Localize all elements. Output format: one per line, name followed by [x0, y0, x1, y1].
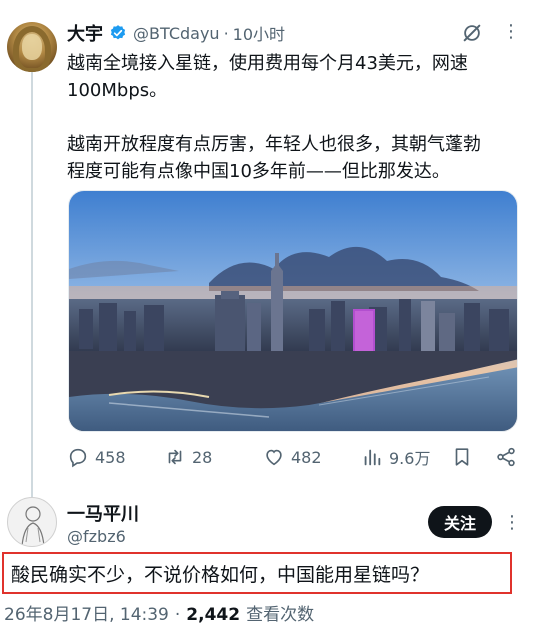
- meta-separator: ·: [174, 605, 181, 624]
- retweet-icon: [168, 449, 182, 465]
- author-avatar[interactable]: [7, 22, 57, 72]
- tweet-text-line: 越南开放程度有点厉害，年轻人也很多，其朝气蓬勃: [67, 134, 481, 155]
- tweet-header: 大宇 @BTCdayu · 10小时: [67, 19, 285, 47]
- view-count: 2,442: [186, 605, 241, 624]
- thread-connector-line: [31, 72, 33, 498]
- retweet-button[interactable]: 28: [164, 442, 212, 472]
- tweet-media-image[interactable]: [68, 190, 518, 432]
- share-icon: [497, 447, 515, 467]
- reply-more-icon[interactable]: ⋮: [503, 512, 521, 533]
- post-datetime[interactable]: 26年8月17日, 14:39: [4, 600, 169, 624]
- city-skyline-photo: [69, 191, 517, 431]
- reply-author-name[interactable]: 一马平川: [67, 500, 139, 526]
- reply-icon: [69, 448, 87, 468]
- reply-text: 酸民确实不少，不说价格如何，中国能用星链吗？: [11, 564, 430, 586]
- views-icon: [364, 449, 381, 466]
- author-handle[interactable]: @BTCdayu: [133, 24, 220, 43]
- sketch-figure-icon: [21, 506, 45, 546]
- reply-author-handle[interactable]: @fzbz6: [67, 527, 126, 546]
- tweet-text-line: 100Mbps。: [67, 80, 168, 101]
- post-meta: 26年8月17日, 14:39 · 2,442 查看次数: [4, 600, 314, 624]
- verified-badge-icon: [110, 25, 126, 40]
- retweet-count: 28: [192, 447, 213, 467]
- tweet-time[interactable]: 10小时: [233, 21, 285, 45]
- follow-button[interactable]: 关注: [428, 506, 492, 538]
- like-icon: [266, 449, 282, 466]
- views-count: 9.6万: [389, 449, 431, 468]
- highlighted-reply-box: 酸民确实不少，不说价格如何，中国能用星链吗？: [2, 552, 512, 594]
- reply-button[interactable]: 458: [67, 442, 126, 472]
- share-button[interactable]: [495, 442, 517, 472]
- view-label: 查看次数: [246, 605, 315, 624]
- reply-author-avatar[interactable]: [7, 497, 57, 547]
- grok-icon[interactable]: [461, 22, 483, 44]
- author-name[interactable]: 大宇: [67, 20, 103, 46]
- reply-count: 458: [95, 447, 126, 467]
- avatar-face-shape: [22, 34, 42, 60]
- tweet-action-bar: 458 28 482 9.6万: [67, 442, 522, 472]
- bookmark-button[interactable]: [451, 442, 473, 472]
- bookmark-icon: [455, 448, 469, 466]
- like-button[interactable]: 482: [263, 442, 322, 472]
- header-separator: ·: [223, 23, 229, 43]
- tweet-text: 越南全境接入星链，使用费用每个月43美元，网速 100Mbps。 越南开放程度有…: [67, 50, 522, 185]
- tweet-text-line: 程度可能有点像中国10多年前——但比那发达。: [67, 161, 450, 182]
- views-button[interactable]: 9.6万: [361, 442, 430, 472]
- like-count: 482: [291, 447, 322, 467]
- tweet-text-line: 越南全境接入星链，使用费用每个月43美元，网速: [67, 53, 468, 74]
- more-icon[interactable]: ⋮: [502, 21, 520, 42]
